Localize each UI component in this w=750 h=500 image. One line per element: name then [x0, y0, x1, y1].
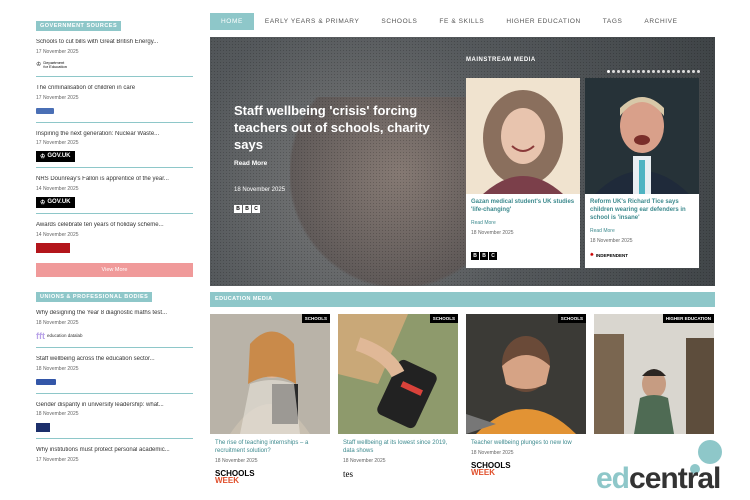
item-title[interactable]: Staff wellbeing across the education sec…: [36, 356, 193, 364]
edcentral-logo[interactable]: edcentral: [594, 440, 724, 496]
list-item[interactable]: Why designing the Year 8 diagnostic math…: [36, 308, 193, 348]
card-title[interactable]: Gazan medical student's UK studies 'life…: [471, 198, 575, 214]
unions-heading: UNIONS & PROFESSIONAL BODIES: [36, 291, 153, 302]
source-logo: [36, 422, 193, 432]
item-title[interactable]: Why institutions must protect personal a…: [36, 447, 193, 455]
card-image: [585, 78, 699, 194]
nav-higher-education[interactable]: HIGHER EDUCATION: [495, 13, 591, 30]
item-title[interactable]: NRS Dounreay's Fallon is apprentice of t…: [36, 176, 193, 184]
hero-banner[interactable]: Staff wellbeing 'crisis' forcing teacher…: [210, 37, 715, 286]
card-image: SCHOOLS: [338, 314, 458, 434]
item-title[interactable]: Schools to cut bills with Great British …: [36, 39, 193, 47]
category-tag[interactable]: HIGHER EDUCATION: [662, 314, 714, 323]
item-date: 17 November 2025: [36, 140, 79, 147]
crown-icon: ♔: [40, 199, 46, 206]
card-image: HIGHER EDUCATION: [594, 314, 714, 434]
news-card[interactable]: Reform UK's Richard Tice says children w…: [585, 78, 699, 268]
card-title[interactable]: Staff wellbeing at its lowest since 2019…: [343, 439, 453, 455]
item-date: 18 November 2025: [36, 365, 79, 372]
list-item[interactable]: Staff wellbeing across the education sec…: [36, 354, 193, 394]
hero-title[interactable]: Staff wellbeing 'crisis' forcing teacher…: [234, 103, 449, 154]
list-item[interactable]: The criminalisation of children in care …: [36, 83, 193, 123]
item-title[interactable]: Gender disparity in university leadershi…: [36, 402, 193, 410]
list-item[interactable]: Gender disparity in university leadershi…: [36, 400, 193, 440]
item-title[interactable]: Awards celebrate ten years of holiday sc…: [36, 222, 193, 230]
tes-logo: tes: [343, 469, 353, 480]
item-title[interactable]: The criminalisation of children in care: [36, 85, 193, 93]
category-tag[interactable]: SCHOOLS: [429, 314, 458, 323]
card-image: [466, 78, 580, 194]
category-tag[interactable]: SCHOOLS: [557, 314, 586, 323]
item-date: 17 November 2025: [36, 48, 79, 55]
item-date: 17 November 2025: [36, 94, 79, 101]
schools-week-logo: SCHOOLS WEEK: [471, 461, 511, 478]
item-date: 14 November 2025: [36, 186, 79, 193]
card-image: SCHOOLS: [466, 314, 586, 434]
dfe-logo: ♔ Department for Education: [36, 59, 67, 69]
news-card[interactable]: HIGHER EDUCATION: [594, 314, 714, 438]
item-date: 14 November 2025: [36, 231, 79, 238]
card-date: 18 November 2025: [590, 238, 633, 245]
card-title[interactable]: The rise of teaching internships – a rec…: [215, 439, 325, 455]
page: GOVERNMENT SOURCES Schools to cut bills …: [0, 0, 750, 500]
hero-content: Staff wellbeing 'crisis' forcing teacher…: [234, 103, 449, 215]
sidebar: GOVERNMENT SOURCES Schools to cut bills …: [36, 14, 193, 475]
list-item[interactable]: Why institutions must protect personal a…: [36, 445, 193, 469]
crown-icon: ♔: [40, 153, 46, 160]
source-logo: [36, 106, 193, 116]
item-date: 18 November 2025: [36, 319, 79, 326]
news-card[interactable]: Gazan medical student's UK studies 'life…: [466, 78, 580, 268]
hero-date: 18 November 2025: [234, 186, 286, 193]
news-card[interactable]: SCHOOLS Staff wellbeing at its lowest si…: [338, 314, 458, 500]
source-logo: [36, 377, 193, 387]
card-date: 18 November 2025: [343, 458, 386, 465]
read-more-link[interactable]: Read More: [471, 220, 575, 226]
govuk-logo: ♔ GOV.UK: [36, 196, 193, 208]
item-title[interactable]: Inspiring the next generation: Nuclear W…: [36, 131, 193, 139]
nav-home[interactable]: HOME: [210, 13, 254, 30]
education-media-heading: EDUCATION MEDIA: [210, 292, 715, 307]
bbc-logo: BBC: [234, 204, 260, 213]
card-title[interactable]: Reform UK's Richard Tice says children w…: [590, 198, 694, 222]
list-item[interactable]: Inspiring the next generation: Nuclear W…: [36, 129, 193, 169]
source-logo: [36, 242, 193, 253]
view-more-button[interactable]: View More: [36, 262, 193, 277]
item-date: 18 November 2025: [36, 411, 79, 418]
govuk-logo: ♔ GOV.UK: [36, 150, 193, 162]
list-item[interactable]: Awards celebrate ten years of holiday sc…: [36, 220, 193, 259]
nav-early-years[interactable]: EARLY YEARS & PRIMARY: [254, 13, 371, 30]
card-title[interactable]: Teacher wellbeing plunges to new low: [471, 439, 581, 447]
nav-archive[interactable]: ARCHIVE: [633, 13, 688, 30]
main-nav: HOME EARLY YEARS & PRIMARY SCHOOLS FE & …: [210, 13, 689, 30]
datalab-logo: fft education datalab: [36, 330, 83, 341]
card-date: 18 November 2025: [471, 230, 514, 237]
news-card[interactable]: SCHOOLS Teacher wellbeing plunges to new…: [466, 314, 586, 500]
category-tag[interactable]: SCHOOLS: [301, 314, 330, 323]
carousel-dots[interactable]: [607, 70, 700, 73]
bbc-logo: BBC: [471, 244, 575, 262]
nav-tags[interactable]: TAGS: [592, 13, 634, 30]
list-item[interactable]: Schools to cut bills with Great British …: [36, 37, 193, 77]
card-image: SCHOOLS: [210, 314, 330, 434]
independent-logo: ✸ INDEPENDENT: [590, 252, 629, 258]
list-item[interactable]: NRS Dounreay's Fallon is apprentice of t…: [36, 174, 193, 215]
card-date: 18 November 2025: [471, 450, 514, 457]
mainstream-media-heading: MAINSTREAM MEDIA: [466, 57, 536, 63]
read-more-link[interactable]: Read More: [590, 228, 694, 234]
nav-schools[interactable]: SCHOOLS: [370, 13, 428, 30]
item-title[interactable]: Why designing the Year 8 diagnostic math…: [36, 310, 193, 318]
news-card[interactable]: SCHOOLS The rise of teaching internships…: [210, 314, 330, 500]
nav-fe-skills[interactable]: FE & SKILLS: [428, 13, 495, 30]
item-date: 17 November 2025: [36, 457, 79, 464]
hero-read-more-link[interactable]: Read More: [234, 160, 449, 167]
government-sources-heading: GOVERNMENT SOURCES: [36, 21, 122, 31]
card-date: 18 November 2025: [215, 458, 258, 465]
schools-week-logo: SCHOOLS WEEK: [215, 469, 255, 486]
